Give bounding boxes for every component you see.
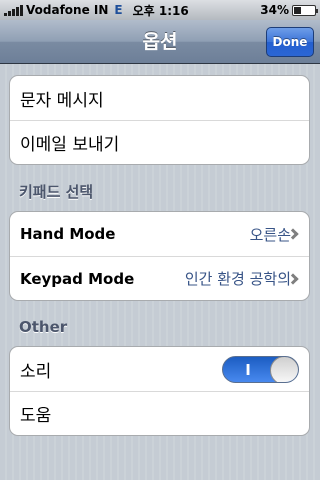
section-header-keypad: 키패드 선택 [19, 183, 94, 201]
battery-icon [292, 4, 318, 16]
navigation-bar: 옵션 Done [0, 20, 320, 64]
row-label: 도움 [20, 406, 52, 426]
list-item-help[interactable]: 도움 [10, 391, 309, 435]
messaging-group: 문자 메시지 이메일 보내기 [9, 75, 310, 165]
row-label: 문자 메시지 [20, 90, 104, 111]
section-header-other: Other [19, 318, 68, 336]
row-label: Keypad Mode [20, 269, 135, 288]
sound-toggle[interactable]: I [222, 355, 299, 383]
network-type: E [114, 3, 123, 17]
done-button[interactable]: Done [266, 27, 314, 57]
list-item-keypad-mode[interactable]: Keypad Mode 인간 환경 공학의 [10, 256, 309, 300]
list-item-text-message[interactable]: 문자 메시지 [10, 76, 309, 120]
row-label: Hand Mode [20, 225, 116, 243]
row-label: 소리 [20, 361, 52, 382]
status-bar: Vodafone IN E 오후 1:16 34% [0, 0, 320, 20]
list-item-send-email[interactable]: 이메일 보내기 [10, 120, 309, 164]
carrier-name: Vodafone IN [26, 3, 109, 17]
battery-fill [294, 6, 301, 14]
status-time: 오후 1:16 [132, 3, 189, 18]
row-value: 오른손 [249, 225, 291, 244]
battery-indicator: 34% [260, 3, 318, 17]
row-value: 인간 환경 공학의 [184, 270, 291, 288]
keypad-group: Hand Mode 오른손 Keypad Mode 인간 환경 공학의 [9, 211, 310, 301]
list-item-sound: 소리 I [10, 347, 309, 391]
toggle-on-label: I [245, 360, 251, 379]
other-group: 소리 I 도움 [9, 346, 310, 436]
toggle-knob [270, 356, 298, 382]
list-item-hand-mode[interactable]: Hand Mode 오른손 [10, 212, 309, 256]
signal-bars-icon [4, 4, 23, 16]
row-label: 이메일 보내기 [20, 135, 120, 155]
battery-percent: 34% [260, 3, 289, 17]
